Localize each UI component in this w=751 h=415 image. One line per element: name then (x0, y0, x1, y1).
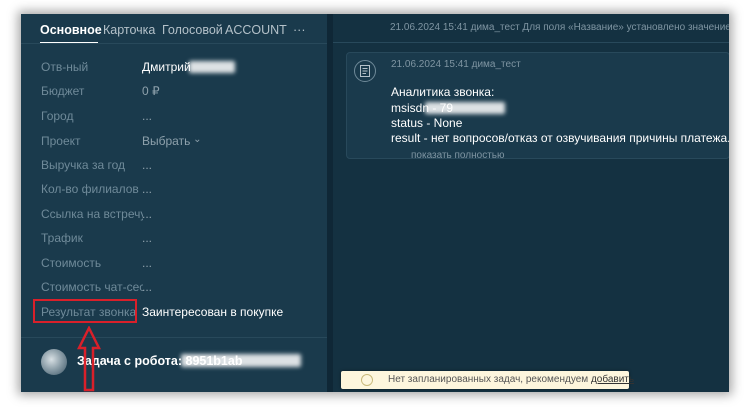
call-result-highlight (33, 299, 137, 323)
field-value-meeting-link[interactable]: ... (142, 207, 152, 221)
field-label-branches: Кол-во филиалов (41, 182, 139, 196)
redacted-surname (189, 61, 235, 73)
note-icon (354, 60, 376, 82)
arrow-up-icon (77, 326, 101, 392)
field-label-project: Проект (41, 134, 81, 148)
redacted-phone (425, 102, 505, 114)
lead-card-panel: Основное Карточка Голосовой ACCOUNT ··· … (21, 14, 327, 392)
call-analytics-note: 21.06.2024 15:41 дима_тест Аналитика зво… (346, 52, 729, 159)
section-divider (21, 337, 327, 338)
field-label-meeting-link: Ссылка на встречу (41, 207, 143, 221)
field-value-traffic[interactable]: ... (142, 231, 152, 245)
field-value-city[interactable]: ... (142, 109, 152, 123)
tab-bar-divider (21, 43, 327, 44)
note-line-result: result - нет вопросов/отказ от озвучиван… (391, 131, 729, 145)
tasks-bar-message: Нет запланированных задач, рекомендуем (388, 374, 591, 385)
add-task-link[interactable]: добавить (591, 374, 634, 385)
tasks-bar: Нет запланированных задач, рекомендуем д… (341, 371, 634, 389)
show-more-link[interactable]: показать полностью (411, 150, 504, 161)
field-value-call-result[interactable]: Заинтересован в покупке (142, 305, 283, 319)
feed-event-line: 21.06.2024 15:41 дима_тест Для поля «Наз… (390, 22, 729, 33)
field-label-revenue: Выручка за год (41, 158, 125, 172)
field-value-budget[interactable]: 0 ₽ (142, 84, 160, 98)
note-line-title: Аналитика звонка: (391, 85, 495, 99)
field-value-cost[interactable]: ... (142, 256, 152, 270)
project-select[interactable]: Выбрать (142, 134, 202, 148)
note-meta: 21.06.2024 15:41 дима_тест (391, 59, 521, 70)
redacted-task-id (181, 354, 301, 367)
field-value-revenue[interactable]: ... (142, 158, 152, 172)
field-value-chat-cost[interactable]: ... (142, 280, 152, 294)
field-label-owner: Отв-ный (41, 60, 89, 74)
note-line-status: status - None (391, 116, 463, 130)
screenshot-frame: Основное Карточка Голосовой ACCOUNT ··· … (21, 14, 729, 392)
more-icon[interactable]: ··· (293, 23, 306, 37)
tab-account[interactable]: ACCOUNT (225, 23, 287, 37)
feed-divider (333, 42, 729, 43)
field-label-city: Город (41, 109, 74, 123)
field-label-chat-cost: Стоимость чат-сессии (41, 280, 143, 294)
field-value-owner[interactable]: Дмитрий (142, 60, 191, 74)
field-value-branches[interactable]: ... (142, 182, 152, 196)
avatar (41, 349, 67, 375)
tab-main[interactable]: Основное (40, 23, 102, 37)
field-label-budget: Бюджет (41, 84, 85, 98)
tab-card[interactable]: Карточка (103, 23, 155, 37)
field-label-traffic: Трафик (41, 231, 83, 245)
activity-feed: 21.06.2024 15:41 дима_тест Для поля «Наз… (333, 14, 729, 392)
tab-voice[interactable]: Голосовой (162, 23, 223, 37)
tasks-bar-text: Нет запланированных задач, рекомендуем д… (388, 374, 634, 385)
field-label-cost: Стоимость (41, 256, 102, 270)
clock-icon (361, 374, 373, 386)
tab-bar: Основное Карточка Голосовой ACCOUNT ··· (21, 14, 327, 44)
